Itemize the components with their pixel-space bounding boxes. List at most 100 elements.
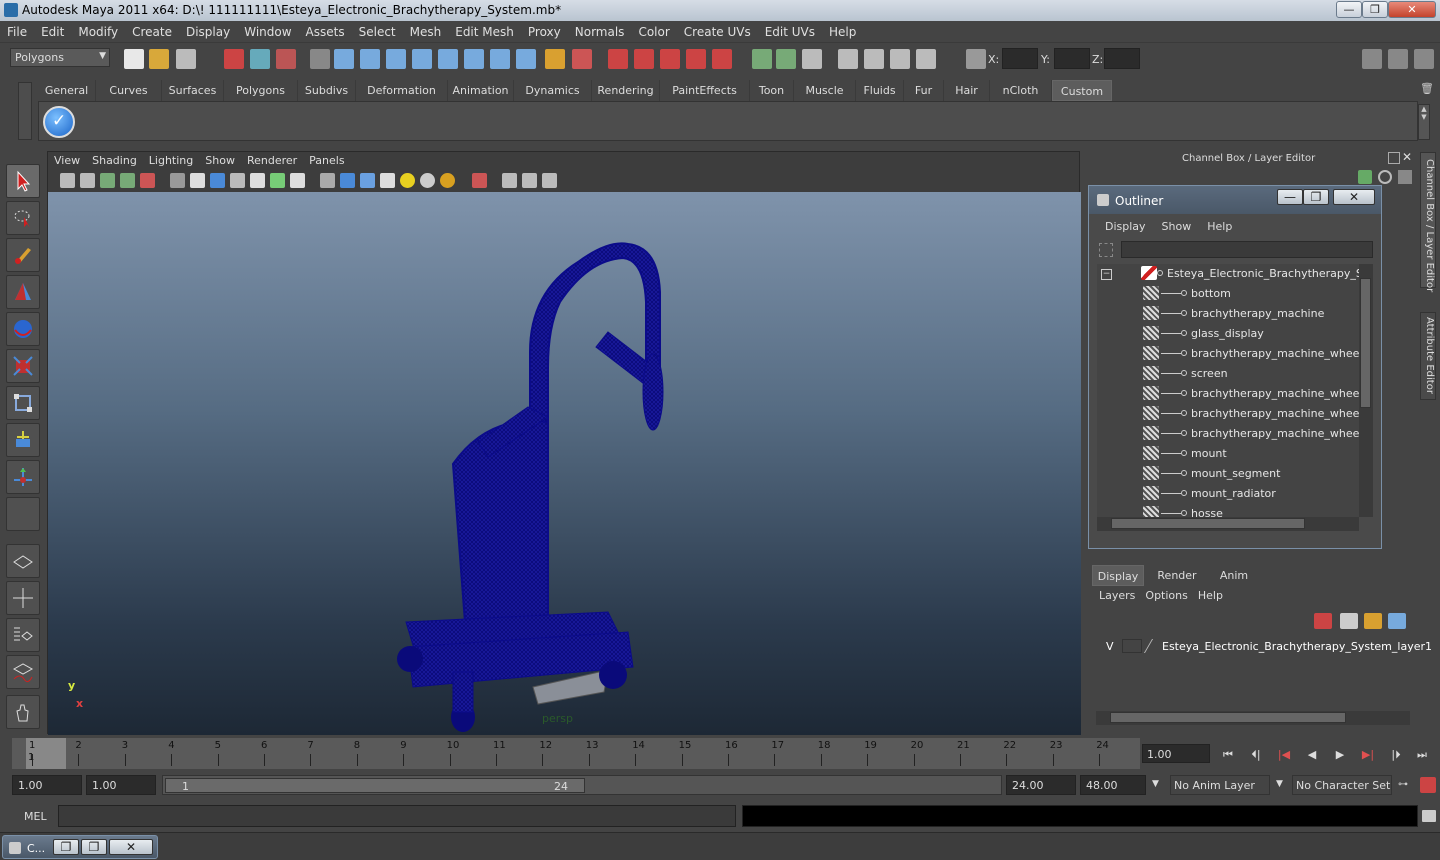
select-rendering-icon[interactable] (490, 49, 510, 69)
persp-outliner-layout-button[interactable] (6, 618, 40, 652)
grid-icon[interactable] (170, 173, 185, 188)
shelf-tab-curves[interactable]: Curves (96, 80, 162, 101)
outliner-scroll-thumb[interactable] (1360, 278, 1371, 408)
render-frame-icon[interactable] (864, 49, 884, 69)
menu-assets[interactable]: Assets (299, 21, 352, 39)
outliner-item[interactable]: brachytherapy_machine_wheel_00 (1097, 404, 1367, 424)
outliner-item[interactable]: glass_display (1097, 324, 1367, 344)
minimized-window[interactable]: C... ❐ ❐ ✕ (2, 835, 158, 859)
render-settings-icon[interactable] (916, 49, 936, 69)
highlight-selection-icon[interactable] (572, 49, 592, 69)
go-to-end-button[interactable]: ⏭ (1412, 748, 1432, 764)
select-object-icon[interactable] (250, 49, 270, 69)
play-forwards-button[interactable]: ▶ (1330, 748, 1350, 764)
outliner-horizontal-scrollbar[interactable] (1097, 517, 1359, 531)
side-tab-attribute-editor[interactable]: Attribute Editor (1420, 312, 1436, 400)
shelf-tab-hair[interactable]: Hair (944, 80, 990, 101)
menu-window[interactable]: Window (237, 21, 298, 39)
soft-mod-tool-button[interactable] (6, 460, 40, 494)
range-slider-handle[interactable]: 1 24 (165, 778, 585, 793)
smooth-shade-icon[interactable] (340, 173, 355, 188)
lasso-tool-button[interactable] (6, 201, 40, 235)
menu-edit-mesh[interactable]: Edit Mesh (448, 21, 521, 39)
viewport-menu-renderer[interactable]: Renderer (241, 152, 303, 167)
playback-end-field[interactable]: 24.00 (1006, 775, 1076, 795)
step-back-frame-button[interactable]: ⏴| (1246, 748, 1266, 764)
outliner-vertical-scrollbar[interactable] (1359, 264, 1373, 517)
outliner-root-row[interactable]: Esteya_Electronic_Brachytherapy_Sys (1097, 264, 1367, 284)
layer-horizontal-scrollbar[interactable] (1096, 711, 1410, 725)
open-scene-icon[interactable] (149, 49, 169, 69)
outliner-close-button[interactable]: ✕ (1333, 189, 1375, 205)
menu-edit[interactable]: Edit (34, 21, 71, 39)
command-input[interactable] (58, 805, 736, 827)
shelf-tab-muscle[interactable]: Muscle (794, 80, 856, 101)
layer-visibility-toggle[interactable]: V (1106, 640, 1114, 653)
snap-grid-icon[interactable] (608, 49, 628, 69)
outliner-item[interactable]: mount_segment (1097, 464, 1367, 484)
trash-icon[interactable]: 🗑 (1420, 82, 1434, 96)
gate-mask-icon[interactable] (230, 173, 245, 188)
shelf-tab-toon[interactable]: Toon (750, 80, 794, 101)
outliner-maximize-button[interactable]: ❐ (1303, 189, 1329, 205)
shadows-icon[interactable] (440, 173, 455, 188)
maximize-taskbar-button[interactable]: ❐ (81, 839, 107, 855)
minimize-button[interactable]: — (1336, 1, 1362, 18)
single-perspective-layout-button[interactable] (6, 544, 40, 578)
layer-menu-options[interactable]: Options (1140, 589, 1192, 602)
wireframe-on-shaded-icon[interactable] (360, 173, 375, 188)
outliner-item[interactable]: screen (1097, 364, 1367, 384)
viewport-menu-panels[interactable]: Panels (303, 152, 350, 167)
snap-curve-icon[interactable] (634, 49, 654, 69)
layer-row[interactable]: V Esteya_Electronic_Brachytherapy_System… (1096, 637, 1432, 655)
maximize-button[interactable]: ❐ (1362, 1, 1388, 18)
output-connections-icon[interactable] (776, 49, 796, 69)
show-channel-box-icon[interactable] (1414, 49, 1434, 69)
shelf-tab-animation[interactable]: Animation (448, 80, 514, 101)
backface-icon[interactable] (542, 173, 557, 188)
menu-help[interactable]: Help (822, 21, 863, 39)
shelf-tab-rendering[interactable]: Rendering (592, 80, 660, 101)
menu-file[interactable]: File (0, 21, 34, 39)
channel-speed-icon[interactable] (1378, 170, 1392, 184)
shelf-tab-deformation[interactable]: Deformation (356, 80, 448, 101)
animation-start-field[interactable]: 1.00 (12, 775, 82, 795)
shelf-options-handle[interactable] (18, 82, 32, 140)
bookmarks-icon[interactable] (100, 173, 115, 188)
menu-select[interactable]: Select (352, 21, 403, 39)
select-deformation-icon[interactable] (438, 49, 458, 69)
xray-joints-icon[interactable] (522, 173, 537, 188)
move-tool-button[interactable] (6, 312, 40, 346)
animation-preferences-icon[interactable] (1420, 777, 1436, 793)
outliner-item[interactable]: brachytherapy_machine_wheel_00 (1097, 344, 1367, 364)
outliner-filter-input[interactable] (1121, 241, 1373, 258)
step-back-key-button[interactable]: |◀ (1274, 748, 1294, 764)
persp-graph-layout-button[interactable] (6, 655, 40, 689)
sculpt-tool-button[interactable] (6, 275, 40, 309)
menu-color[interactable]: Color (631, 21, 676, 39)
viewport-menu-show[interactable]: Show (199, 152, 241, 167)
camera-attributes-icon[interactable] (80, 173, 95, 188)
side-tab-channel-box[interactable]: Channel Box / Layer Editor (1420, 152, 1436, 292)
play-backwards-button[interactable]: ◀ (1302, 748, 1322, 764)
show-attribute-editor-icon[interactable] (1362, 49, 1382, 69)
film-gate-icon[interactable] (190, 173, 205, 188)
universal-manip-button[interactable] (6, 423, 40, 457)
restore-button[interactable]: ❐ (53, 839, 79, 855)
layer-menu-help[interactable]: Help (1193, 589, 1228, 602)
scale-tool-button[interactable] (6, 386, 40, 420)
outliner-menu-display[interactable]: Display (1097, 220, 1154, 233)
current-time-field[interactable]: 1.00 (1142, 744, 1210, 763)
ipr-render-icon[interactable] (890, 49, 910, 69)
shelf-tab-painteffects[interactable]: PaintEffects (660, 80, 750, 101)
layer-type-toggle[interactable] (1122, 639, 1142, 653)
select-dynamic-icon[interactable] (464, 49, 484, 69)
lock-selection-icon[interactable] (545, 49, 565, 69)
all-lights-icon[interactable] (420, 173, 435, 188)
select-misc-icon[interactable] (516, 49, 536, 69)
select-handle-icon[interactable] (334, 49, 354, 69)
menu-display[interactable]: Display (179, 21, 237, 39)
close-button[interactable]: ✕ (1388, 1, 1436, 18)
outliner-minimize-button[interactable]: — (1277, 189, 1303, 205)
grease-pencil-icon[interactable] (140, 173, 155, 188)
